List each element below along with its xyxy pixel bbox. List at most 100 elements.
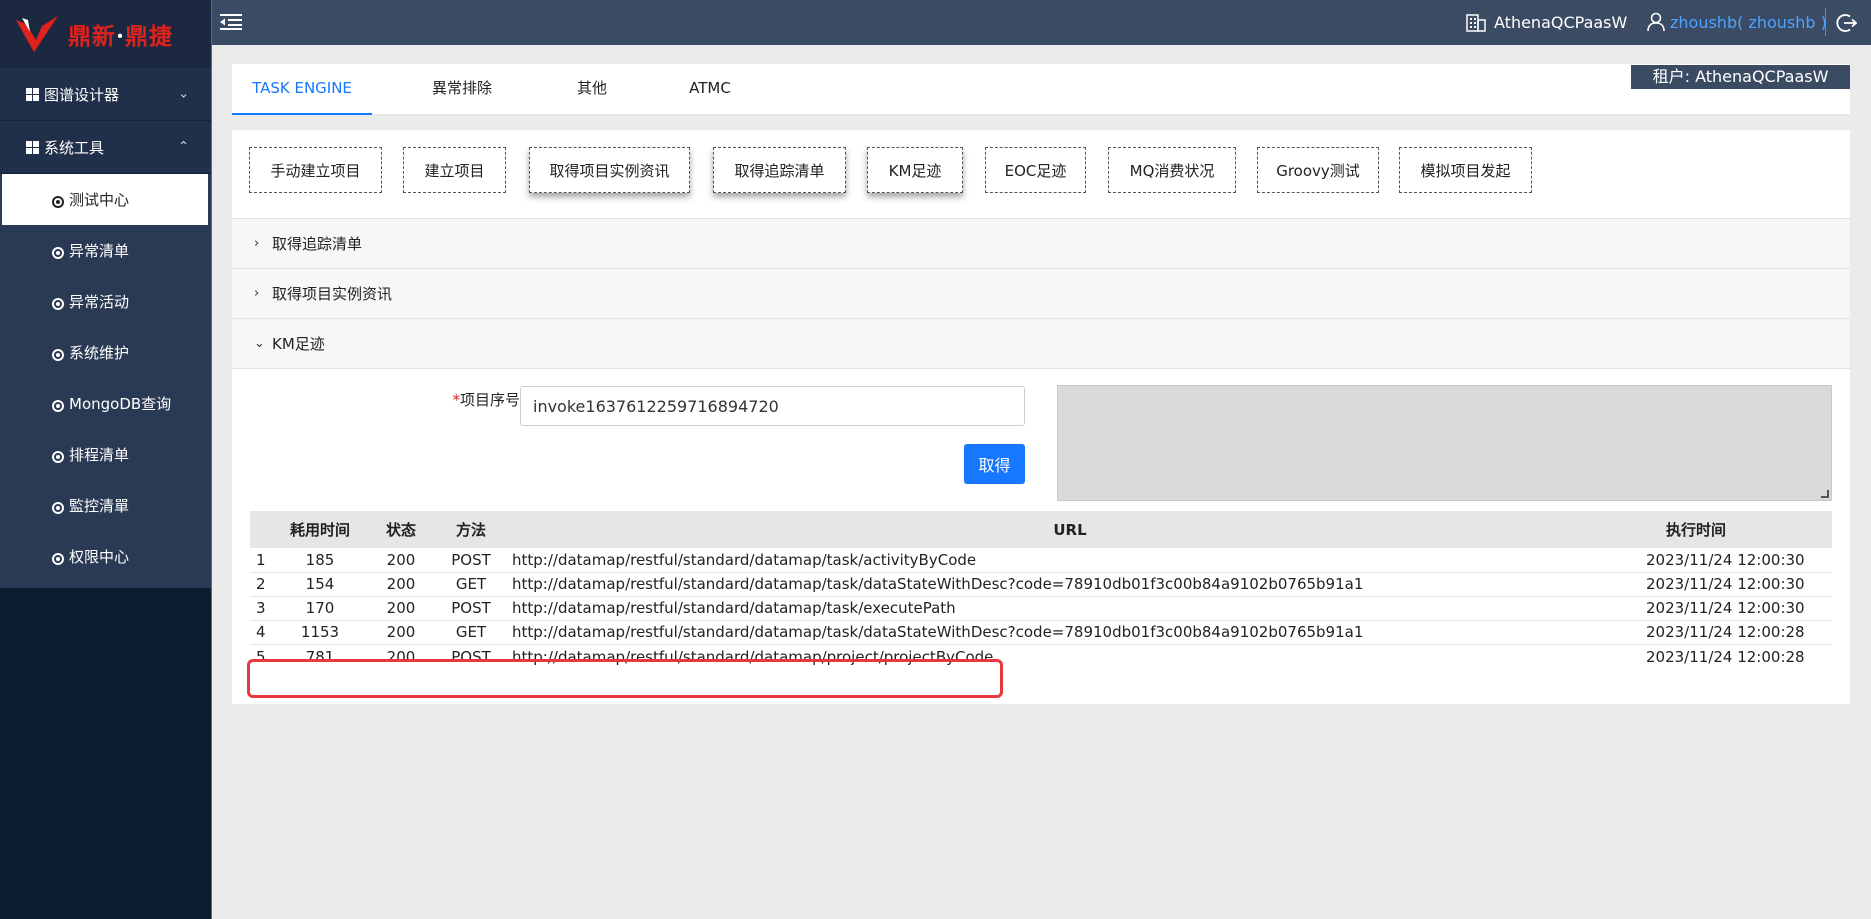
sidebar-item-monitor-list[interactable]: 監控清單: [0, 480, 211, 531]
resize-handle-icon[interactable]: [1821, 490, 1829, 498]
cell-exec-time: 2023/11/24 12:00:28: [1646, 647, 1805, 666]
sidebar-item-label: MongoDB查询: [69, 395, 172, 413]
required-mark: *: [452, 391, 460, 409]
sidebar-item-mongodb-query[interactable]: MongoDB查询: [0, 378, 211, 429]
col-header-exec-time: 执行时间: [1666, 521, 1727, 539]
tab-exception-troubleshoot[interactable]: 異常排除: [392, 64, 532, 115]
cell-index: 1: [250, 548, 280, 573]
sidebar-item-label: 監控清單: [69, 497, 130, 515]
mq-consume-status-button[interactable]: MQ消费状况: [1108, 147, 1236, 193]
table-row[interactable]: 5 781 200 POST http://datamap/restful/st…: [250, 644, 1832, 677]
groovy-test-button[interactable]: Groovy测试: [1257, 147, 1379, 193]
menu-group-system-tools[interactable]: 系统工具 ⌃: [0, 121, 211, 174]
sidebar-item-system-maintenance[interactable]: 系统维护: [0, 327, 211, 378]
cell-duration: 185: [280, 548, 360, 573]
cell-url: http://datamap/restful/standard/datamap/…: [500, 548, 1628, 573]
panel-header-project-instance[interactable]: › 取得项目实例资讯: [232, 268, 1850, 318]
brand-dot: ·: [116, 23, 126, 50]
cell-method: POST: [451, 647, 491, 666]
cell-duration: 154: [280, 572, 360, 597]
cell-status: 200: [360, 620, 442, 645]
km-footprint-panel-body: *项目序号 取得 耗用时间 状态 方法 URL 执行时间: [232, 368, 1850, 704]
manual-create-project-button[interactable]: 手动建立项目: [249, 147, 382, 193]
cell-method: GET: [442, 572, 500, 597]
tab-task-engine[interactable]: TASK ENGINE: [232, 64, 372, 115]
sidebar-item-test-center[interactable]: 测试中心: [2, 174, 208, 225]
cell-index: 5: [256, 647, 266, 666]
brand-text-a: 鼎新: [68, 23, 116, 50]
tenant-switch[interactable]: AthenaQCPaasW: [1466, 12, 1627, 32]
project-seq-input[interactable]: [520, 386, 1025, 426]
sidebar-item-label: 异常清单: [69, 242, 130, 260]
table-row[interactable]: 2 154 200 GET http://datamap/restful/sta…: [250, 572, 1832, 597]
chevron-up-icon: ⌃: [178, 139, 189, 155]
result-textarea[interactable]: [1057, 385, 1832, 501]
menu-group-label: 图谱设计器: [44, 85, 120, 104]
chevron-down-icon: ⌄: [178, 86, 189, 102]
chrome-icon: [52, 501, 64, 514]
sidebar-item-exception-list[interactable]: 异常清单: [0, 225, 211, 276]
building-icon: [1466, 14, 1486, 32]
project-seq-label: *项目序号: [420, 389, 520, 410]
cell-index: 3: [250, 596, 280, 621]
sidebar-item-permission-center[interactable]: 权限中心: [0, 531, 211, 582]
accordion: › 取得追踪清单 › 取得项目实例资讯 ⌄ KM足迹 *项目序号 取得 耗用时间…: [232, 218, 1850, 704]
get-trace-list-button[interactable]: 取得追踪清单: [713, 147, 846, 193]
system-tools-submenu: 测试中心 异常清单 异常活动 系统维护 MongoDB查询 排程清单 監控清單 …: [0, 174, 211, 588]
field-label-text: 项目序号: [459, 391, 520, 409]
panel-header-km-footprint[interactable]: ⌄ KM足迹: [232, 318, 1850, 368]
col-header-status: 状态: [385, 521, 416, 539]
cell-duration: 170: [280, 596, 360, 621]
menu-collapse-icon[interactable]: [220, 13, 242, 31]
user-name: zhoushb( zhoushb ): [1670, 12, 1827, 32]
menu-group-graph-designer[interactable]: 图谱设计器 ⌄: [0, 68, 211, 121]
cell-duration: 781: [305, 647, 335, 666]
tenant-name: AthenaQCPaasW: [1494, 12, 1628, 32]
cell-status: 200: [386, 647, 416, 666]
table-header-row: 耗用时间 状态 方法 URL 执行时间: [250, 511, 1832, 548]
fetch-button[interactable]: 取得: [964, 444, 1025, 484]
panel-title: 取得项目实例资讯: [272, 285, 393, 303]
create-project-button[interactable]: 建立项目: [403, 147, 506, 193]
cell-method: GET: [442, 620, 500, 645]
sidebar-item-label: 系统维护: [69, 344, 130, 362]
grid-icon: [26, 87, 39, 101]
panel-header-trace-list[interactable]: › 取得追踪清单: [232, 218, 1850, 268]
km-footprint-table: 耗用时间 状态 方法 URL 执行时间 1 185 200 POST http:…: [250, 511, 1832, 677]
get-project-instance-button[interactable]: 取得项目实例资讯: [529, 147, 690, 193]
user-icon: [1647, 12, 1665, 32]
table-row[interactable]: 3 170 200 POST http://datamap/restful/st…: [250, 596, 1832, 621]
cell-index: 4: [250, 620, 280, 645]
table-row[interactable]: 4 1153 200 GET http://datamap/restful/st…: [250, 620, 1832, 645]
col-header-index: [250, 511, 280, 548]
cell-status: 200: [360, 572, 442, 597]
chrome-icon: [52, 195, 64, 208]
cell-url: http://datamap/restful/standard/datamap/…: [512, 647, 994, 666]
menu-group-label: 系统工具: [44, 138, 105, 157]
cell-url: http://datamap/restful/standard/datamap/…: [500, 572, 1628, 597]
km-footprint-button[interactable]: KM足迹: [867, 147, 963, 193]
tenant-badge: 租户: AthenaQCPaasW: [1631, 65, 1850, 89]
chrome-icon: [52, 399, 64, 412]
table-row[interactable]: 1 185 200 POST http://datamap/restful/st…: [250, 548, 1832, 573]
cell-method: POST: [442, 596, 500, 621]
sidebar-item-schedule-list[interactable]: 排程清单: [0, 429, 211, 480]
chrome-icon: [52, 246, 64, 259]
simulate-project-start-button[interactable]: 模拟项目发起: [1399, 147, 1532, 193]
sidebar-item-label: 权限中心: [69, 548, 130, 566]
brand-text-b: 鼎捷: [125, 23, 174, 50]
cell-method: POST: [442, 548, 500, 573]
logo[interactable]: 鼎新·鼎捷: [0, 0, 211, 68]
tab-atmc[interactable]: ATMC: [640, 64, 780, 115]
user-menu[interactable]: zhoushb( zhoushb ): [1646, 12, 1827, 32]
sidebar-item-exception-activity[interactable]: 异常活动: [0, 276, 211, 327]
cell-url: http://datamap/restful/standard/datamap/…: [500, 620, 1628, 645]
cell-status: 200: [360, 596, 442, 621]
cell-exec-time: 2023/11/24 12:00:30: [1628, 596, 1832, 621]
chrome-icon: [52, 348, 64, 361]
logout-icon[interactable]: [1835, 12, 1857, 34]
chrome-icon: [52, 552, 64, 565]
brand-name: 鼎新·鼎捷: [68, 17, 173, 51]
eoc-footprint-button[interactable]: EOC足迹: [985, 147, 1086, 193]
panel-title: KM足迹: [272, 335, 325, 353]
